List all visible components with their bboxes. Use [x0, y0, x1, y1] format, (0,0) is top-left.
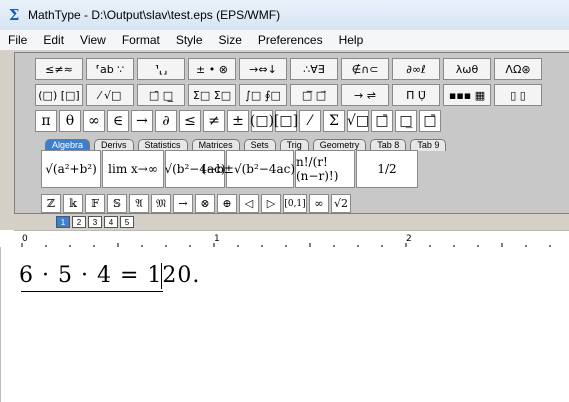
pi-symbol[interactable]: π: [35, 110, 57, 132]
left-triangle-symbol[interactable]: ◁: [239, 194, 259, 213]
fraktur-a-symbol[interactable]: 𝔄: [129, 194, 149, 213]
blackboard-s-symbol[interactable]: 𝕊: [107, 194, 127, 213]
field-symbol[interactable]: 𝔽: [85, 194, 105, 213]
palette-sets[interactable]: ∉∩⊂: [341, 58, 389, 80]
ruler-scale: 0 1 2: [21, 234, 551, 247]
algebra-templates: √(a²+b²) lim x→∞ √(b²−4ac) (−b±√(b²−4ac)…: [41, 150, 419, 188]
parens-template[interactable]: (□): [250, 110, 274, 132]
palette-labeled-arrows[interactable]: → ⇌: [341, 84, 389, 106]
style-button-4[interactable]: 4: [104, 216, 118, 228]
equation-text[interactable]: 6 · 5 · 4 = 120.: [19, 263, 200, 288]
template-pythagorean[interactable]: √(a²+b²): [41, 150, 101, 188]
palette-relations[interactable]: ≤≠≈: [35, 58, 83, 80]
palette-spaces[interactable]: ⸢ab ∵: [86, 58, 134, 80]
palette-integrals[interactable]: ∫□ ∮□: [239, 84, 287, 106]
infinity-symbol[interactable]: ∞: [83, 110, 105, 132]
menu-format[interactable]: Format: [114, 33, 168, 47]
palette-greek-lower[interactable]: λωθ: [443, 58, 491, 80]
sqrt2-symbol[interactable]: √2: [331, 194, 351, 213]
neq-symbol[interactable]: ≠: [203, 110, 225, 132]
fraktur-m-symbol[interactable]: 𝔐: [151, 194, 171, 213]
interval-symbol[interactable]: [0,1]: [283, 194, 307, 213]
otimes-symbol[interactable]: ⊗: [195, 194, 215, 213]
maps-to-symbol[interactable]: →: [173, 194, 193, 213]
menu-preferences[interactable]: Preferences: [250, 33, 331, 47]
palette-sums[interactable]: Σ□ Σ□: [188, 84, 236, 106]
ruler-label-1: 1: [214, 234, 220, 244]
title-bar: Σ MathType - D:\Output\slav\test.eps (EP…: [0, 0, 569, 31]
style-button-1[interactable]: 1: [56, 216, 70, 228]
sum-template[interactable]: Σ: [323, 110, 345, 132]
template-half[interactable]: 1/2: [356, 150, 418, 188]
theta-symbol[interactable]: θ: [59, 110, 81, 132]
template-limit[interactable]: lim x→∞: [102, 150, 164, 188]
palette-bars[interactable]: □̅ □⃗: [290, 84, 338, 106]
palette-scripts[interactable]: □̄ □̲: [137, 84, 185, 106]
fraction-template[interactable]: ⁄: [299, 110, 321, 132]
palette-fractions[interactable]: ⁄ √□: [86, 84, 134, 106]
template-quadratic-formula[interactable]: (−b±√(b²−4ac))/2a: [201, 150, 319, 188]
menu-edit[interactable]: Edit: [35, 33, 72, 47]
text-cursor: [161, 263, 162, 289]
palette-arrows[interactable]: →⇔↓: [239, 58, 287, 80]
underbar-template[interactable]: □̲: [395, 110, 417, 132]
element-of-symbol[interactable]: ∈: [107, 110, 129, 132]
integers-symbol[interactable]: ℤ: [41, 194, 61, 213]
plusminus-symbol[interactable]: ±: [227, 110, 249, 132]
ruler-label-2: 2: [406, 234, 412, 244]
style-button-5[interactable]: 5: [120, 216, 134, 228]
right-triangle-symbol[interactable]: ▷: [261, 194, 281, 213]
ruler-label-0: 0: [22, 234, 28, 244]
palette-row-2: (□) [□] ⁄ √□ □̄ □̲ Σ□ Σ□ ∫□ ∮□ □̅ □⃗ → ⇌…: [35, 84, 545, 108]
infinity-small-symbol[interactable]: ∞: [309, 194, 329, 213]
template-combination[interactable]: n!/(r!(n−r)!): [295, 150, 355, 188]
toolbar-frame: ≤≠≈ ⸢ab ∵ ⸣⸤⸥ ± • ⊗ →⇔↓ ∴∀∃ ∉∩⊂ ∂∞ℓ λωθ …: [14, 52, 569, 214]
palette-fences[interactable]: (□) [□]: [35, 84, 83, 106]
palette-embellishments[interactable]: ⸣⸤⸥: [137, 58, 185, 80]
palette-row-1: ≤≠≈ ⸢ab ∵ ⸣⸤⸥ ± • ⊗ →⇔↓ ∴∀∃ ∉∩⊂ ∂∞ℓ λωθ …: [35, 58, 545, 82]
mathtype-logo-icon: Σ: [8, 6, 20, 24]
palette-matrices[interactable]: ▪▪▪ ▦: [443, 84, 491, 106]
equation-editor[interactable]: 6 · 5 · 4 = 120.: [0, 247, 569, 402]
palette-greek-upper[interactable]: ΛΩ⊛: [494, 58, 542, 80]
sqrt-template[interactable]: √□: [347, 110, 369, 132]
menu-help[interactable]: Help: [331, 33, 372, 47]
brackets-template[interactable]: [□]: [274, 110, 298, 132]
toolbar-area: ≤≠≈ ⸢ab ∵ ⸣⸤⸥ ± • ⊗ →⇔↓ ∴∀∃ ∉∩⊂ ∂∞ℓ λωθ …: [0, 50, 569, 230]
palette-boxes[interactable]: ▯ ▯: [494, 84, 542, 106]
palette-operators[interactable]: ± • ⊗: [188, 58, 236, 80]
overbar-template-2[interactable]: □̄: [419, 110, 441, 132]
symbol-row: π θ ∞ ∈ → ∂ ≤ ≠ ± (□) [□] ⁄ Σ √□ □̄ □̲ □…: [35, 110, 443, 134]
menu-file[interactable]: File: [0, 33, 35, 47]
style-button-3[interactable]: 3: [88, 216, 102, 228]
symbol-row-small: ℤ 𝕜 𝔽 𝕊 𝔄 𝔐 → ⊗ ⊕ ◁ ▷ [0,1] ∞ √2: [41, 194, 353, 214]
overbar-template[interactable]: □̄: [371, 110, 393, 132]
blackboard-k-symbol[interactable]: 𝕜: [63, 194, 83, 213]
style-button-2[interactable]: 2: [72, 216, 86, 228]
menu-style[interactable]: Style: [168, 33, 211, 47]
palette-products[interactable]: Π̈ Ụ̈: [392, 84, 440, 106]
palette-misc[interactable]: ∂∞ℓ: [392, 58, 440, 80]
leq-symbol[interactable]: ≤: [179, 110, 201, 132]
oplus-symbol[interactable]: ⊕: [217, 194, 237, 213]
palette-logic[interactable]: ∴∀∃: [290, 58, 338, 80]
menu-size[interactable]: Size: [211, 33, 250, 47]
menu-view[interactable]: View: [72, 33, 114, 47]
window-title: MathType - D:\Output\slav\test.eps (EPS/…: [28, 8, 281, 22]
arrow-symbol[interactable]: →: [131, 110, 153, 132]
style-buttons: 1 2 3 4 5: [56, 216, 136, 228]
ruler: 0 1 2: [14, 230, 569, 248]
equation-baseline: [21, 291, 163, 292]
partial-symbol[interactable]: ∂: [155, 110, 177, 132]
menu-bar: File Edit View Format Style Size Prefere…: [0, 30, 569, 51]
